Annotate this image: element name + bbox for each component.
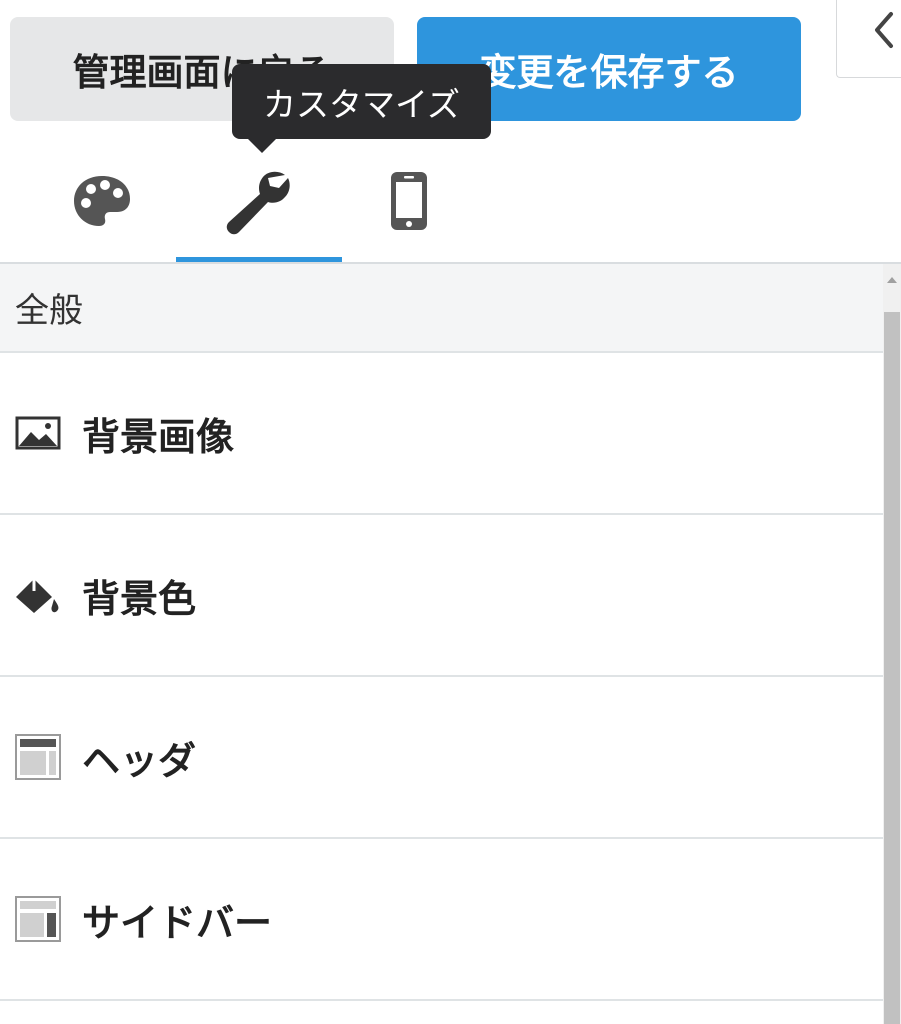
scrollbar[interactable] (883, 264, 901, 1024)
section-title: 全般 (15, 291, 83, 331)
menu-item-label: サイドバー (82, 900, 273, 945)
palette-icon (74, 176, 130, 226)
scroll-thumb[interactable] (884, 312, 900, 1024)
menu-item-label: ヘッダ (82, 738, 197, 783)
triangle-up-icon (887, 277, 897, 283)
mobile-phone-icon (391, 172, 427, 230)
wrench-icon (226, 171, 290, 235)
tooltip-text: カスタマイズ (262, 84, 460, 124)
menu-item-header[interactable]: ヘッダ (0, 677, 883, 839)
menu-item-label: 背景色 (82, 576, 197, 621)
menu-item-sidebar[interactable]: サイドバー (0, 839, 883, 1001)
tab-customize[interactable] (176, 140, 342, 262)
customize-tooltip: カスタマイズ (232, 64, 491, 153)
image-icon (15, 416, 61, 450)
save-changes-label: 変更を保存する (479, 51, 739, 94)
customizer-panel: 管理画面に戻る 変更を保存する カスタマイズ 全般 背景画像 背景色 ヘッダ サ… (0, 0, 901, 1024)
tab-design[interactable] (34, 140, 170, 262)
collapse-panel-button[interactable] (836, 0, 901, 78)
menu-item-background-image[interactable]: 背景画像 (0, 353, 883, 515)
sidebar-layout-icon (15, 896, 61, 942)
tab-mobile[interactable] (344, 140, 474, 262)
menu-item-label: 背景画像 (82, 414, 235, 459)
scroll-up-arrow[interactable] (883, 270, 901, 290)
header-layout-icon (15, 734, 61, 780)
section-header: 全般 (0, 264, 883, 353)
menu-item-background-color[interactable]: 背景色 (0, 515, 883, 677)
paint-bucket-icon (16, 579, 59, 613)
chevron-left-icon (875, 12, 893, 48)
